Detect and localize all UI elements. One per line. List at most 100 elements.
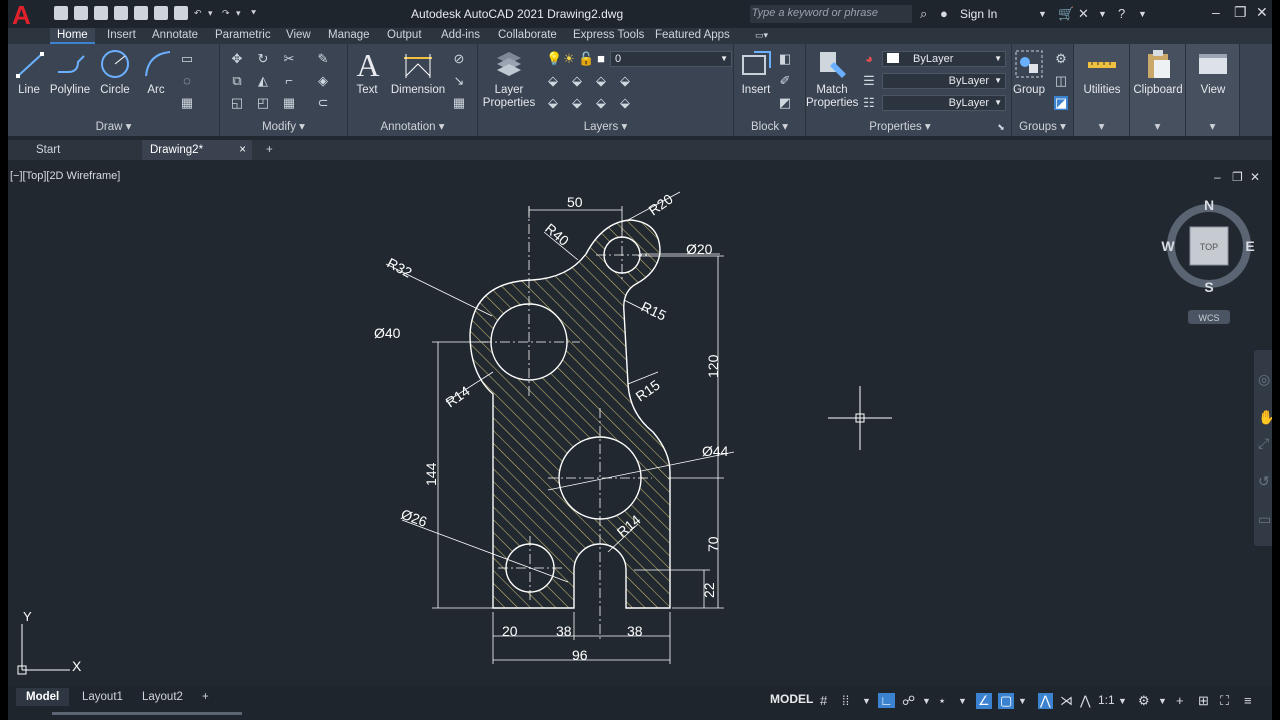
autocad-logo-icon[interactable]: A — [12, 2, 42, 28]
group-edit-icon[interactable]: ◫ — [1054, 74, 1068, 88]
dim-38-right[interactable]: 38 — [627, 623, 643, 639]
pan-icon[interactable]: ✋ — [1258, 409, 1272, 426]
fillet-icon[interactable]: ⌐ — [282, 74, 296, 88]
annotation-monitor-icon[interactable]: + — [1176, 693, 1184, 708]
sign-in-link[interactable]: Sign In — [960, 7, 997, 21]
dim-50[interactable]: 50 — [567, 194, 583, 210]
customize-qat-icon[interactable]: ⯆ — [250, 6, 258, 20]
polar-icon[interactable]: ☍ — [902, 693, 915, 709]
tab-add-ins[interactable]: Add-ins — [434, 28, 487, 44]
match-properties-button[interactable]: Match Properties — [806, 48, 858, 110]
dim-r14-left[interactable]: R14 — [443, 382, 473, 410]
viewcube-top-face[interactable]: TOP — [1200, 242, 1218, 252]
drawing2-tab[interactable]: Drawing2* × — [142, 140, 252, 160]
clipboard-panel[interactable]: Clipboard ▾ — [1130, 44, 1186, 136]
layer-properties-button[interactable]: Layer Properties — [482, 48, 536, 110]
create-block-icon[interactable]: ◧ — [778, 52, 792, 66]
redo-icon[interactable]: ↷ — [222, 6, 230, 20]
tab-home[interactable]: Home — [50, 28, 95, 44]
ribbon-toggle-icon[interactable]: ▭▾ — [748, 28, 775, 44]
erase-icon[interactable]: ✎ — [316, 52, 330, 66]
showmotion-icon[interactable]: ▭ — [1258, 512, 1271, 528]
dim-r40[interactable]: R40 — [542, 220, 572, 249]
scale-icon[interactable]: ◰ — [256, 96, 270, 110]
ungroup-icon[interactable]: ⚙ — [1054, 52, 1068, 66]
start-tab[interactable]: Start — [28, 140, 140, 160]
save-as-icon[interactable] — [114, 6, 128, 20]
dim-dia44[interactable]: Ø44 — [702, 443, 729, 459]
undo-icon[interactable]: ↶ — [194, 6, 202, 20]
close-icon[interactable]: ✕ — [1256, 4, 1268, 21]
auto-scale-icon[interactable]: ⋊ — [1060, 693, 1073, 709]
block-panel-title[interactable]: Block ▾ — [734, 119, 805, 133]
new-file-icon[interactable] — [54, 6, 68, 20]
leader-icon[interactable]: ⊘ — [452, 52, 466, 66]
layer-unisolate-icon[interactable]: ⬙ — [594, 74, 608, 88]
workspace-dropdown-icon[interactable]: ▼ — [1158, 696, 1167, 706]
snap-dropdown-icon[interactable]: ▼ — [862, 696, 871, 706]
dim-22[interactable]: 22 — [701, 582, 717, 598]
layer-on-icon[interactable]: 💡 — [546, 52, 562, 66]
explode-icon[interactable]: ◈ — [316, 74, 330, 88]
compass-e[interactable]: E — [1245, 238, 1254, 254]
mirror-icon[interactable]: ◭ — [256, 74, 270, 88]
array-icon[interactable]: ▦ — [282, 96, 296, 110]
utilities-button[interactable]: Utilities — [1076, 48, 1128, 96]
layer-previous-icon[interactable]: ⬙ — [570, 96, 584, 110]
layout-tabs-scrollbar[interactable] — [52, 712, 242, 715]
snap-icon[interactable]: ⁞⁞ — [842, 693, 849, 708]
orbit-icon[interactable]: ↺ — [1258, 474, 1270, 490]
color-dropdown[interactable]: ByLayer ▼ — [882, 51, 1006, 67]
open-web-icon[interactable] — [134, 6, 148, 20]
tab-featured-apps[interactable]: Featured Apps — [648, 28, 737, 44]
close-tab-icon[interactable]: × — [239, 140, 246, 160]
stretch-icon[interactable]: ◱ — [230, 96, 244, 110]
dimension-button[interactable]: Dimension — [390, 48, 446, 96]
model-space-button[interactable]: MODEL — [770, 692, 813, 706]
open-file-icon[interactable] — [74, 6, 88, 20]
layers-panel-title[interactable]: Layers ▾ — [478, 119, 733, 133]
layer-merge-icon[interactable]: ⬙ — [618, 96, 632, 110]
user-icon[interactable]: ● — [940, 6, 948, 21]
polar-dropdown-icon[interactable]: ▼ — [922, 696, 931, 706]
layer-lock-icon[interactable]: 🔓 — [578, 52, 594, 66]
group-selection-icon[interactable]: ◪ — [1054, 96, 1068, 110]
region-icon[interactable]: ▦ — [180, 96, 194, 110]
properties-panel-title[interactable]: Properties ▾ — [806, 119, 994, 133]
viewcube[interactable]: TOP N S W E — [1161, 197, 1254, 295]
hatched-part[interactable] — [469, 219, 671, 609]
lineweight-dropdown[interactable]: ByLayer ▼ — [882, 73, 1006, 89]
steering-wheel-icon[interactable]: ◎ — [1258, 372, 1270, 388]
customization-icon[interactable]: ≡ — [1244, 693, 1252, 708]
layer-dropdown[interactable]: 0 ▼ — [610, 51, 732, 67]
dim-38-left[interactable]: 38 — [556, 623, 572, 639]
dim-20[interactable]: 20 — [502, 623, 518, 639]
ortho-icon[interactable]: ∟ — [878, 693, 895, 708]
tab-output[interactable]: Output — [380, 28, 429, 44]
layer-freeze-icon[interactable]: ☀ — [562, 52, 576, 66]
dim-70[interactable]: 70 — [705, 536, 721, 552]
annotation-scale-value[interactable]: 1:1 — [1098, 693, 1115, 707]
view-button[interactable]: View — [1188, 48, 1238, 96]
layout1-tab[interactable]: Layout1 — [72, 688, 133, 706]
object-snap-dropdown-icon[interactable]: ▼ — [1018, 696, 1027, 706]
match-layer-icon[interactable]: ⬙ — [546, 96, 560, 110]
dim-144[interactable]: 144 — [423, 462, 439, 486]
layer-walk-icon[interactable]: ⬙ — [594, 96, 608, 110]
annotation-visibility-icon[interactable]: ⋀ — [1038, 693, 1053, 709]
layer-isolate-icon[interactable]: ⬙ — [570, 74, 584, 88]
redo-dropdown-icon[interactable]: ▾ — [236, 6, 244, 20]
dim-96[interactable]: 96 — [572, 647, 588, 663]
annotation-scale-dropdown-icon[interactable]: ▼ — [1118, 696, 1127, 706]
annotation-panel-title[interactable]: Annotation ▾ — [348, 119, 477, 133]
properties-dialog-launcher-icon[interactable]: ⬊ — [994, 120, 1008, 134]
isodraft-dropdown-icon[interactable]: ▼ — [958, 696, 967, 706]
object-snap-icon[interactable]: ▢ — [998, 693, 1015, 709]
isodraft-icon[interactable]: ⋆ — [938, 693, 946, 709]
clean-screen-icon[interactable]: ⛶ — [1220, 693, 1229, 709]
dim-r32[interactable]: R32 — [385, 255, 415, 281]
dim-r15-top[interactable]: R15 — [639, 298, 669, 323]
circle-button[interactable]: Circle — [98, 48, 132, 96]
draw-panel-title[interactable]: Draw ▾ — [8, 119, 219, 133]
sign-in-dropdown-icon[interactable]: ▼ — [1038, 9, 1047, 19]
